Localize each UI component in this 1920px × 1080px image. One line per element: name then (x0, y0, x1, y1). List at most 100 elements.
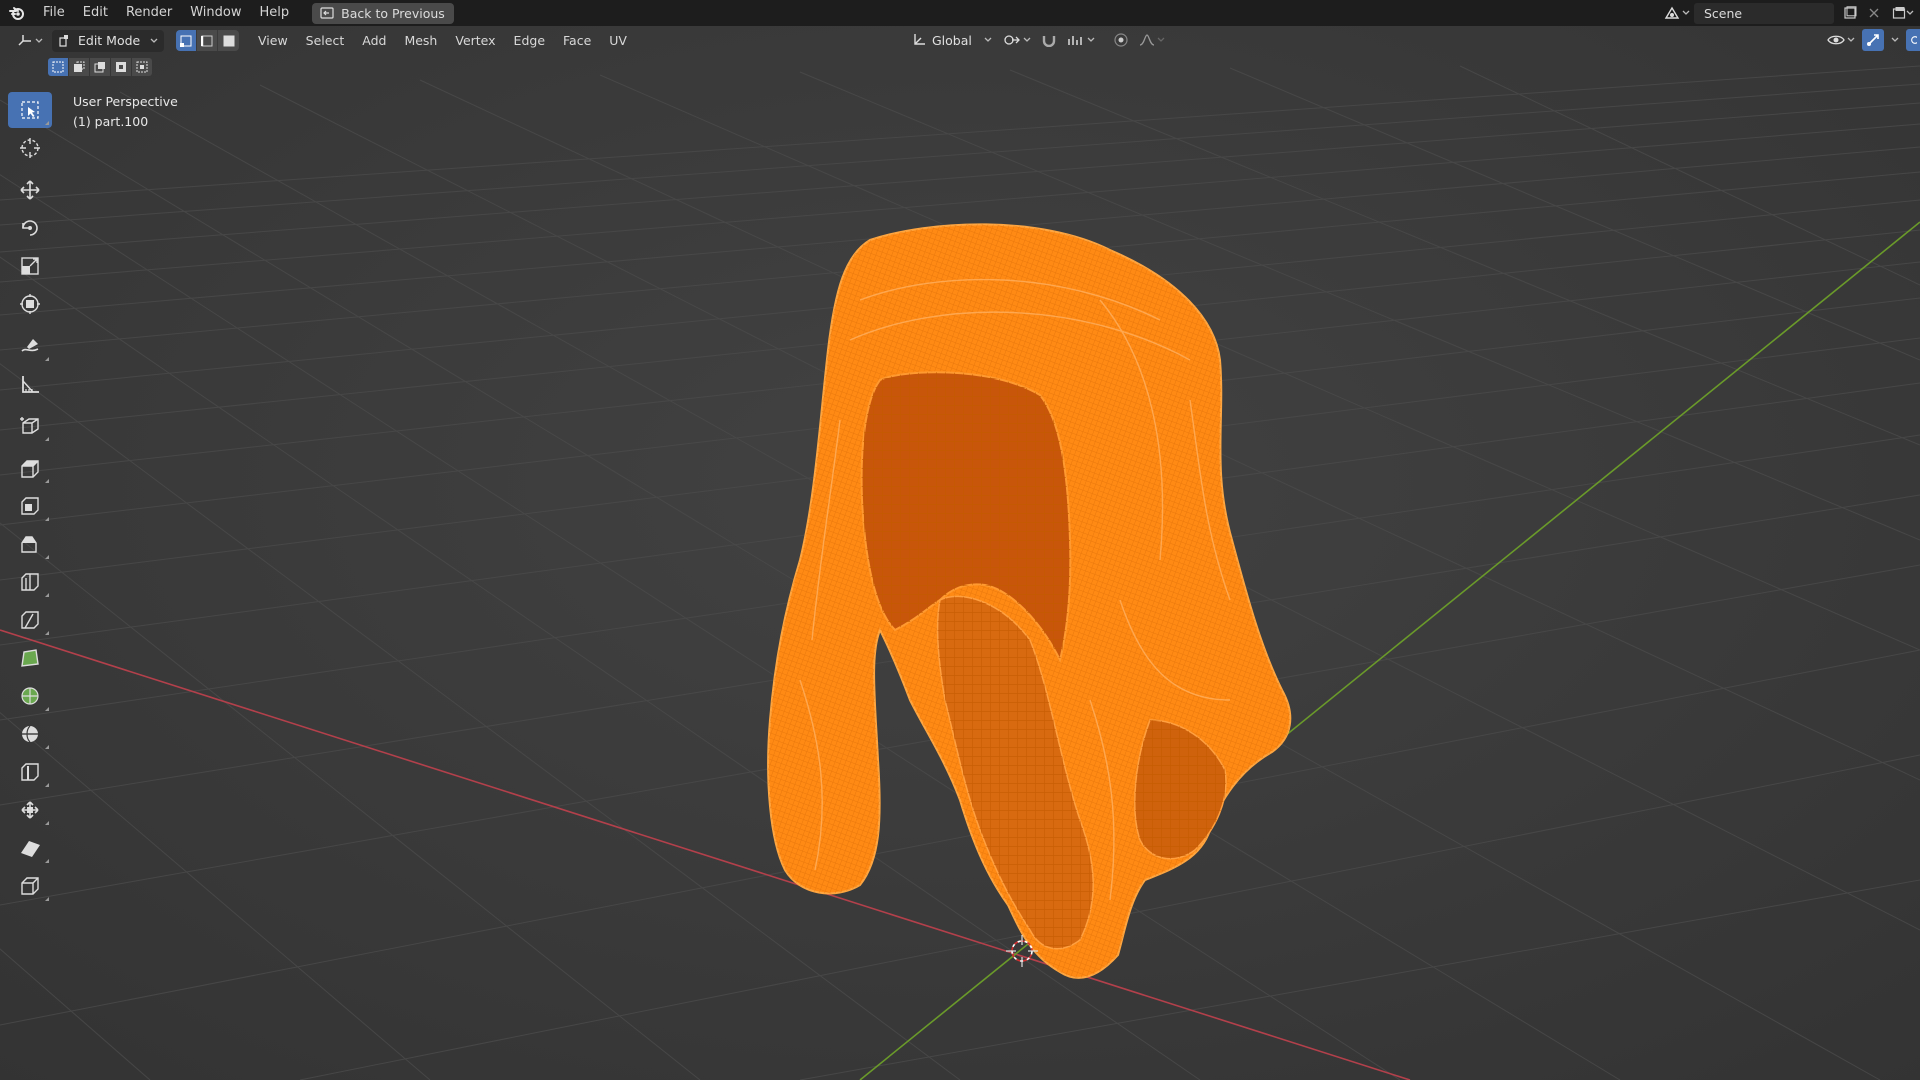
mode-select[interactable]: Edit Mode (52, 29, 164, 52)
transform-tool[interactable] (8, 286, 52, 322)
gizmo-toggle-button[interactable] (1862, 29, 1884, 51)
smooth-tool[interactable] (8, 716, 52, 752)
scene-selector: Scene (1660, 0, 1920, 26)
proportional-editing-button[interactable] (1110, 29, 1132, 51)
editor-type-button[interactable] (8, 30, 52, 52)
view-layer-icon[interactable] (1886, 3, 1920, 24)
move-icon (20, 180, 40, 200)
spin-tool[interactable] (8, 678, 52, 714)
vertex-select-icon (180, 35, 192, 47)
spin-icon (21, 687, 39, 705)
transform-orientation-select[interactable]: Global (908, 29, 996, 51)
viewport-canvas[interactable] (0, 0, 1920, 1080)
scene-name-field[interactable]: Scene (1694, 2, 1834, 24)
viewport-menu-mesh[interactable]: Mesh (395, 30, 446, 52)
visibility-button[interactable] (1824, 29, 1858, 51)
loop-cut-tool[interactable] (8, 564, 52, 600)
overlays-icon (1911, 36, 1917, 44)
edge-slide-tool[interactable] (8, 754, 52, 790)
annotate-tool[interactable] (8, 328, 52, 364)
extrude-tool[interactable] (8, 450, 52, 486)
shrink-fatten-tool[interactable] (8, 792, 52, 828)
edge-slide-icon (21, 763, 39, 781)
rotate-tool[interactable] (8, 210, 52, 246)
viewport-menu-view[interactable]: View (249, 30, 297, 52)
pivot-icon (1004, 35, 1020, 45)
edge-select-mode-button[interactable] (197, 30, 218, 51)
menu-window[interactable]: Window (181, 0, 250, 26)
measure-tool[interactable] (8, 366, 52, 402)
snap-increment-icon (1068, 36, 1082, 45)
poly-build-tool[interactable] (8, 640, 52, 676)
viewport-menu-select[interactable]: Select (297, 30, 354, 52)
falloff-curve-icon (1139, 34, 1155, 46)
gizmo-options-button[interactable] (1888, 29, 1902, 51)
viewport-menu-uv[interactable]: UV (600, 30, 636, 52)
snap-toggle-button[interactable] (1038, 29, 1060, 51)
knife-tool[interactable] (8, 602, 52, 638)
select-new-icon (52, 61, 64, 73)
transform-tools: Global (908, 29, 1168, 51)
face-select-mode-button[interactable] (218, 30, 239, 51)
chevron-down-icon (1157, 37, 1165, 42)
inset-tool[interactable] (8, 488, 52, 524)
add-cube-tool[interactable] (8, 408, 52, 444)
viewport-menu-face[interactable]: Face (554, 30, 600, 52)
orientation-icon (914, 34, 925, 45)
scale-tool[interactable] (8, 248, 52, 284)
viewport-right-tools (1824, 29, 1920, 51)
shear-tool[interactable] (8, 830, 52, 866)
loop-cut-icon (21, 573, 39, 591)
select-subtract-button[interactable] (90, 58, 110, 76)
rip-tool[interactable] (8, 868, 52, 904)
snap-target-button[interactable] (1064, 29, 1098, 51)
menu-help[interactable]: Help (251, 0, 299, 26)
chevron-down-icon (984, 37, 992, 42)
blender-logo-icon[interactable] (0, 0, 34, 26)
bevel-tool[interactable] (8, 526, 52, 562)
new-scene-icon[interactable] (1838, 3, 1862, 24)
rotate-icon (22, 220, 38, 236)
select-extend-button[interactable] (69, 58, 89, 76)
scene-browse-button[interactable] (1660, 3, 1694, 24)
viewport-info: User Perspective (1) part.100 (73, 92, 178, 132)
scene-icon (1664, 6, 1680, 19)
select-extend-icon (74, 61, 85, 72)
cursor-tool[interactable] (8, 130, 52, 166)
viewport-menu-vertex[interactable]: Vertex (446, 30, 504, 52)
menu-edit[interactable]: Edit (74, 0, 117, 26)
menu-render[interactable]: Render (117, 0, 181, 26)
viewport-menu-add[interactable]: Add (353, 30, 395, 52)
extrude-icon (21, 460, 39, 478)
eye-icon (1827, 35, 1845, 45)
close-scene-icon[interactable] (1862, 3, 1886, 24)
select-new-button[interactable] (48, 58, 68, 76)
add-cube-icon (20, 417, 39, 434)
select-invert-button[interactable] (111, 58, 131, 76)
pivot-point-button[interactable] (1000, 29, 1034, 51)
rip-icon (21, 877, 39, 895)
measure-icon (22, 376, 39, 393)
move-tool[interactable] (8, 172, 52, 208)
viewport-menu-edge[interactable]: Edge (505, 30, 554, 52)
shrink-fatten-icon (21, 801, 39, 819)
3d-viewport-icon (18, 34, 31, 46)
menu-file[interactable]: File (34, 0, 74, 26)
back-to-previous-button[interactable]: Back to Previous (312, 2, 454, 24)
top-bar: File Edit Render Window Help Back to Pre… (0, 0, 1920, 26)
transform-orientation-label: Global (932, 32, 972, 48)
edge-select-icon (201, 35, 213, 46)
bevel-icon (21, 536, 37, 553)
selection-mode-row (48, 58, 152, 76)
select-box-tool[interactable] (8, 92, 52, 128)
select-invert-icon (116, 62, 126, 72)
vertex-select-mode-button[interactable] (176, 30, 197, 51)
scale-icon (21, 257, 39, 275)
cursor-icon (20, 138, 40, 158)
select-intersect-button[interactable] (132, 58, 152, 76)
back-icon (320, 7, 334, 19)
viewport-header: Edit Mode View Select Add Mesh Vertex Ed… (0, 26, 1920, 55)
proportional-falloff-button[interactable] (1136, 29, 1168, 51)
back-to-previous-label: Back to Previous (341, 5, 445, 21)
overlays-toggle-button[interactable] (1906, 29, 1920, 51)
